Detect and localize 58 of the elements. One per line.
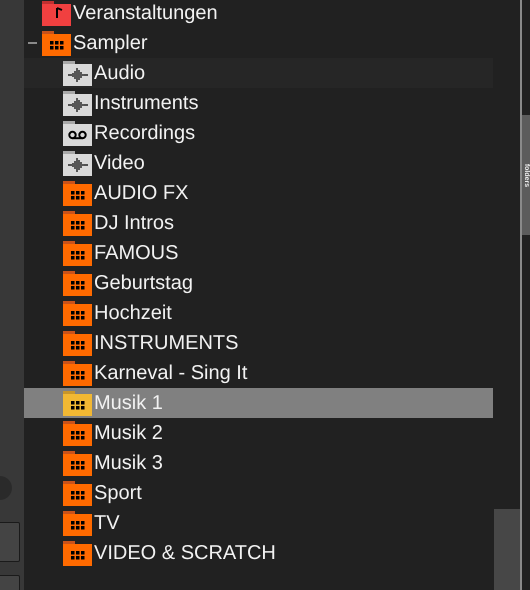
scrollbar-thumb[interactable] — [494, 509, 520, 590]
tree-item[interactable]: Hochzeit — [24, 298, 493, 328]
grid-folder-icon — [63, 450, 92, 476]
grid-folder-icon — [63, 300, 92, 326]
grid-folder-icon — [63, 510, 92, 536]
grid-folder-icon — [63, 480, 92, 506]
folder-label: Sampler — [73, 33, 148, 53]
grid-folder-icon — [63, 270, 92, 296]
waveform-folder-icon — [63, 150, 92, 176]
folder-label: Video — [94, 153, 145, 173]
grid-folder-icon — [63, 180, 92, 206]
waveform-folder-icon — [63, 90, 92, 116]
tree-item[interactable]: DJ Intros — [24, 208, 493, 238]
folder-label: AUDIO FX — [94, 183, 188, 203]
grid-folder-icon — [63, 210, 92, 236]
tree-item[interactable]: Audio — [24, 58, 493, 88]
tree-item[interactable]: INSTRUMENTS — [24, 328, 493, 358]
folder-label: Musik 3 — [94, 453, 163, 473]
folder-label: Geburtstag — [94, 273, 193, 293]
folder-label: DJ Intros — [94, 213, 174, 233]
folder-label: FAMOUS — [94, 243, 178, 263]
tree-item[interactable]: FAMOUS — [24, 238, 493, 268]
folder-label: Musik 2 — [94, 423, 163, 443]
tree-item[interactable]: Geburtstag — [24, 268, 493, 298]
folder-label: Recordings — [94, 123, 196, 143]
folder-label: Karneval - Sing It — [94, 363, 248, 383]
folder-label: Audio — [94, 63, 146, 83]
tree-item[interactable]: Instruments — [24, 88, 493, 118]
folder-label: Veranstaltungen — [73, 3, 218, 23]
tree-item[interactable]: Video — [24, 148, 493, 178]
tree-item[interactable]: Musik 2 — [24, 418, 493, 448]
tree-item[interactable]: Sampler — [24, 28, 493, 58]
tape-folder-icon — [63, 120, 92, 146]
tree-item[interactable]: AUDIO FX — [24, 178, 493, 208]
folder-label: Hochzeit — [94, 303, 172, 323]
tree-item[interactable]: Veranstaltungen — [24, 0, 493, 28]
tree-item[interactable]: Sport — [24, 478, 493, 508]
grid-folder-icon — [63, 240, 92, 266]
tree-item[interactable]: Recordings — [24, 118, 493, 148]
grid-folder-icon — [63, 330, 92, 356]
folder-label: Musik 1 — [94, 393, 163, 413]
tree-item[interactable]: Karneval - Sing It — [24, 358, 493, 388]
waveform-folder-icon — [63, 60, 92, 86]
grid-folder-icon — [63, 420, 92, 446]
grid-folder-icon — [63, 360, 92, 386]
folder-label: VIDEO & SCRATCH — [94, 543, 276, 563]
grid-folder-icon — [63, 390, 92, 416]
folder-label: TV — [94, 513, 120, 533]
folder-label: Instruments — [94, 93, 198, 113]
tree-item[interactable]: VIDEO & SCRATCH — [24, 538, 493, 568]
folder-label: INSTRUMENTS — [94, 333, 238, 353]
grid-folder-icon — [63, 540, 92, 566]
tree-item[interactable]: TV — [24, 508, 493, 538]
grid-folder-icon — [42, 30, 71, 56]
folder-label: Sport — [94, 483, 142, 503]
side-button[interactable] — [0, 522, 20, 562]
tree-item[interactable]: Musik 1 — [24, 388, 493, 418]
tree-item[interactable]: Musik 3 — [24, 448, 493, 478]
